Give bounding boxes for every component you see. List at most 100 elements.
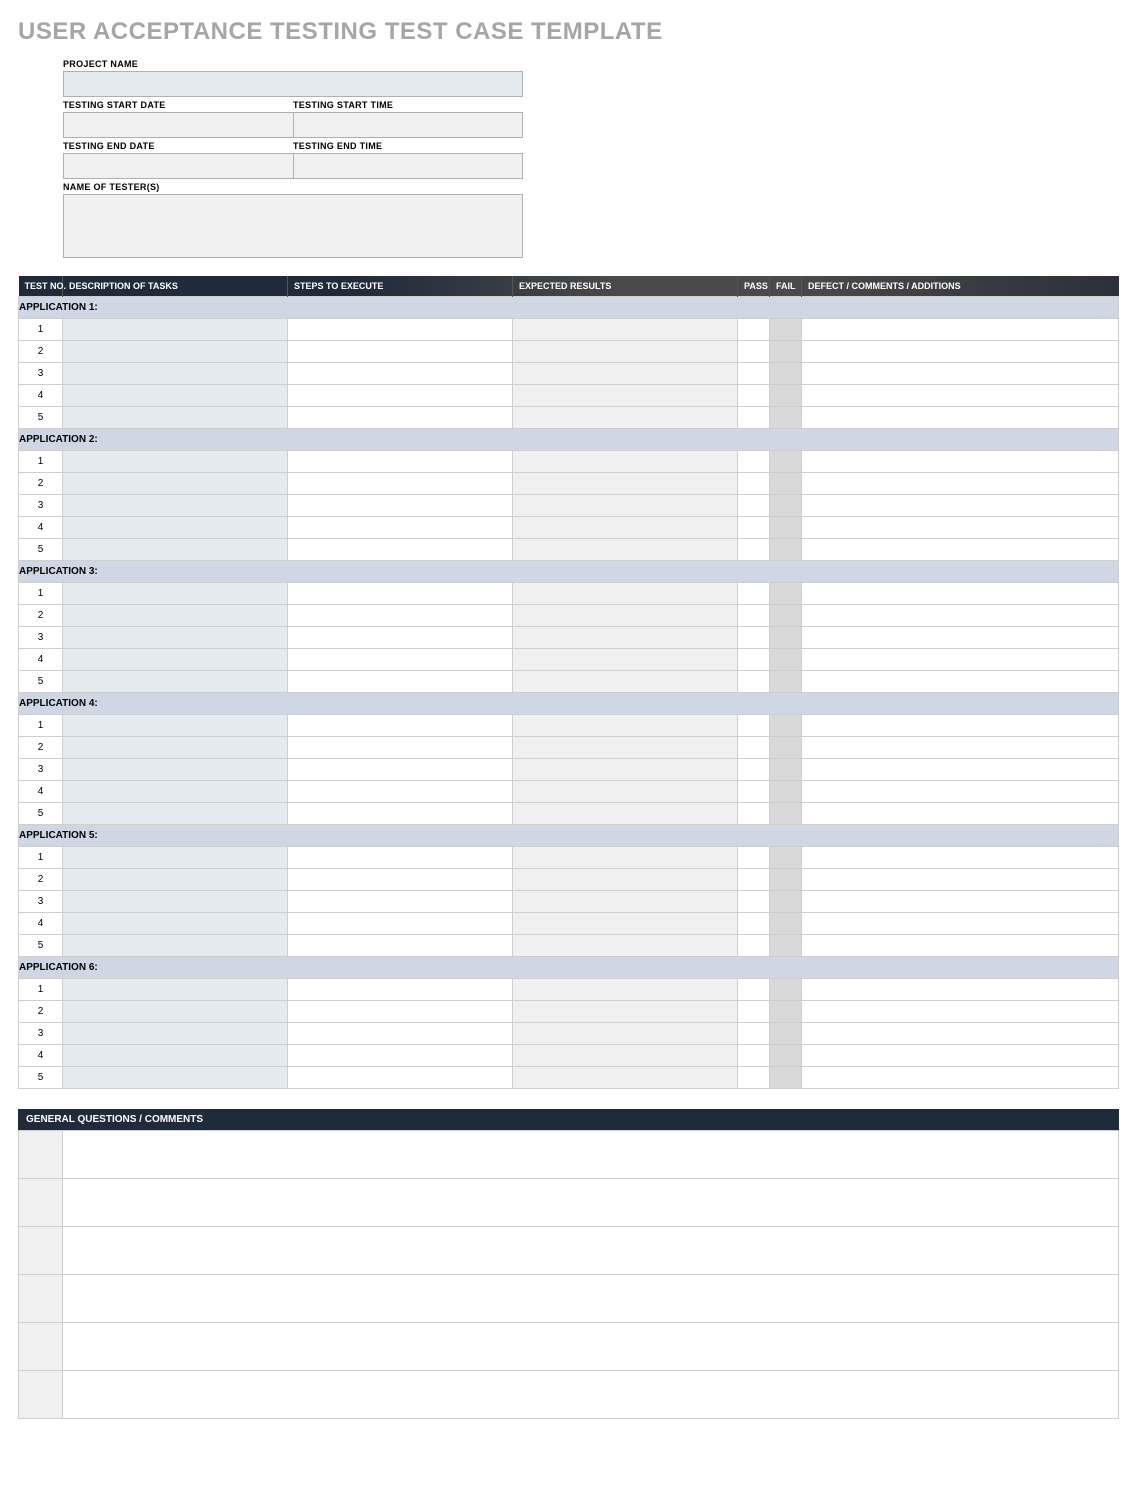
expected-cell[interactable]: [513, 1023, 738, 1045]
comment-body-cell[interactable]: [63, 1131, 1119, 1179]
comment-number-cell[interactable]: [19, 1275, 63, 1323]
comment-number-cell[interactable]: [19, 1371, 63, 1419]
description-cell[interactable]: [63, 759, 288, 781]
steps-cell[interactable]: [288, 737, 513, 759]
fail-cell[interactable]: [770, 605, 802, 627]
expected-cell[interactable]: [513, 803, 738, 825]
description-cell[interactable]: [63, 891, 288, 913]
defect-cell[interactable]: [802, 715, 1119, 737]
defect-cell[interactable]: [802, 319, 1119, 341]
expected-cell[interactable]: [513, 913, 738, 935]
defect-cell[interactable]: [802, 649, 1119, 671]
defect-cell[interactable]: [802, 781, 1119, 803]
steps-cell[interactable]: [288, 517, 513, 539]
steps-cell[interactable]: [288, 935, 513, 957]
defect-cell[interactable]: [802, 759, 1119, 781]
expected-cell[interactable]: [513, 319, 738, 341]
pass-cell[interactable]: [738, 319, 770, 341]
defect-cell[interactable]: [802, 341, 1119, 363]
fail-cell[interactable]: [770, 385, 802, 407]
description-cell[interactable]: [63, 913, 288, 935]
fail-cell[interactable]: [770, 473, 802, 495]
steps-cell[interactable]: [288, 715, 513, 737]
fail-cell[interactable]: [770, 803, 802, 825]
description-cell[interactable]: [63, 649, 288, 671]
fail-cell[interactable]: [770, 319, 802, 341]
steps-cell[interactable]: [288, 319, 513, 341]
pass-cell[interactable]: [738, 759, 770, 781]
fail-cell[interactable]: [770, 1001, 802, 1023]
pass-cell[interactable]: [738, 363, 770, 385]
fail-cell[interactable]: [770, 517, 802, 539]
defect-cell[interactable]: [802, 407, 1119, 429]
description-cell[interactable]: [63, 715, 288, 737]
fail-cell[interactable]: [770, 715, 802, 737]
defect-cell[interactable]: [802, 451, 1119, 473]
steps-cell[interactable]: [288, 891, 513, 913]
steps-cell[interactable]: [288, 847, 513, 869]
steps-cell[interactable]: [288, 605, 513, 627]
fail-cell[interactable]: [770, 891, 802, 913]
steps-cell[interactable]: [288, 341, 513, 363]
expected-cell[interactable]: [513, 759, 738, 781]
fail-cell[interactable]: [770, 407, 802, 429]
comment-body-cell[interactable]: [63, 1323, 1119, 1371]
description-cell[interactable]: [63, 803, 288, 825]
comment-body-cell[interactable]: [63, 1371, 1119, 1419]
expected-cell[interactable]: [513, 1045, 738, 1067]
pass-cell[interactable]: [738, 1045, 770, 1067]
defect-cell[interactable]: [802, 891, 1119, 913]
defect-cell[interactable]: [802, 935, 1119, 957]
fail-cell[interactable]: [770, 979, 802, 1001]
defect-cell[interactable]: [802, 847, 1119, 869]
defect-cell[interactable]: [802, 979, 1119, 1001]
defect-cell[interactable]: [802, 385, 1119, 407]
steps-cell[interactable]: [288, 473, 513, 495]
description-cell[interactable]: [63, 517, 288, 539]
pass-cell[interactable]: [738, 847, 770, 869]
pass-cell[interactable]: [738, 627, 770, 649]
pass-cell[interactable]: [738, 781, 770, 803]
defect-cell[interactable]: [802, 1067, 1119, 1089]
description-cell[interactable]: [63, 583, 288, 605]
expected-cell[interactable]: [513, 473, 738, 495]
fail-cell[interactable]: [770, 495, 802, 517]
comment-body-cell[interactable]: [63, 1275, 1119, 1323]
description-cell[interactable]: [63, 737, 288, 759]
fail-cell[interactable]: [770, 341, 802, 363]
pass-cell[interactable]: [738, 935, 770, 957]
steps-cell[interactable]: [288, 539, 513, 561]
defect-cell[interactable]: [802, 1023, 1119, 1045]
fail-cell[interactable]: [770, 627, 802, 649]
description-cell[interactable]: [63, 341, 288, 363]
steps-cell[interactable]: [288, 1045, 513, 1067]
description-cell[interactable]: [63, 495, 288, 517]
end-time-input[interactable]: [293, 153, 523, 179]
fail-cell[interactable]: [770, 781, 802, 803]
defect-cell[interactable]: [802, 913, 1119, 935]
description-cell[interactable]: [63, 539, 288, 561]
pass-cell[interactable]: [738, 715, 770, 737]
steps-cell[interactable]: [288, 495, 513, 517]
defect-cell[interactable]: [802, 869, 1119, 891]
comment-body-cell[interactable]: [63, 1227, 1119, 1275]
description-cell[interactable]: [63, 781, 288, 803]
project-name-input[interactable]: [63, 71, 523, 97]
fail-cell[interactable]: [770, 1067, 802, 1089]
defect-cell[interactable]: [802, 627, 1119, 649]
description-cell[interactable]: [63, 1045, 288, 1067]
expected-cell[interactable]: [513, 1001, 738, 1023]
comment-number-cell[interactable]: [19, 1323, 63, 1371]
steps-cell[interactable]: [288, 913, 513, 935]
fail-cell[interactable]: [770, 363, 802, 385]
steps-cell[interactable]: [288, 627, 513, 649]
defect-cell[interactable]: [802, 495, 1119, 517]
pass-cell[interactable]: [738, 913, 770, 935]
steps-cell[interactable]: [288, 1023, 513, 1045]
defect-cell[interactable]: [802, 737, 1119, 759]
comment-number-cell[interactable]: [19, 1179, 63, 1227]
steps-cell[interactable]: [288, 363, 513, 385]
expected-cell[interactable]: [513, 385, 738, 407]
fail-cell[interactable]: [770, 869, 802, 891]
expected-cell[interactable]: [513, 495, 738, 517]
